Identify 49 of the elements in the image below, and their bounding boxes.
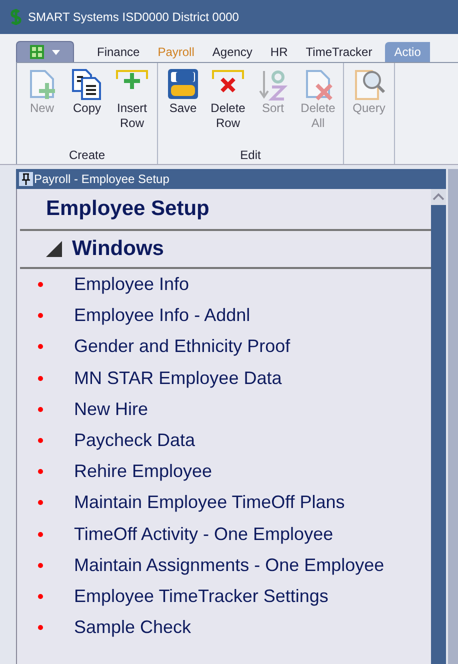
- group-label: Create: [68, 148, 106, 164]
- window-link[interactable]: New Hire: [74, 398, 148, 420]
- bullet-icon: [38, 406, 43, 412]
- window-link[interactable]: Rehire Employee: [74, 461, 212, 482]
- ribbon-tab[interactable]: HR: [261, 42, 297, 62]
- bullet-icon: [38, 532, 43, 537]
- window-link[interactable]: Sample Check: [74, 617, 192, 638]
- ribbon-button[interactable]: Save: [162, 67, 204, 148]
- triangle-icon: [46, 241, 62, 257]
- bullet-icon: [38, 282, 43, 288]
- ribbon-tab[interactable]: TimeTracker: [296, 42, 382, 62]
- window-link[interactable]: MN STAR Employee Data: [74, 368, 282, 389]
- bullet-icon: [38, 500, 43, 506]
- ribbon-tab[interactable]: Finance: [88, 42, 149, 62]
- window-link[interactable]: Paycheck Data: [74, 430, 196, 452]
- bullet-icon: [38, 562, 43, 568]
- bullet-icon: [38, 313, 43, 318]
- window-title: SMART Systems ISD0000 District 0000: [28, 10, 239, 24]
- ribbon-button[interactable]: Insert Row: [111, 67, 153, 148]
- ribbon-button[interactable]: Delete Row: [207, 67, 249, 148]
- group-label: Edit: [240, 148, 261, 164]
- bullet-icon: [38, 594, 43, 599]
- window-link[interactable]: TimeOff Activity - One Employee: [74, 524, 334, 545]
- bullet-icon: [38, 376, 43, 381]
- bullet-icon: [38, 469, 43, 474]
- window-link[interactable]: Employee Info: [74, 274, 190, 296]
- section-header[interactable]: Windows: [20, 231, 431, 269]
- scroll-up-icon[interactable]: [431, 189, 446, 205]
- window-link[interactable]: Employee Info - Addnl: [74, 305, 250, 326]
- caret-icon: [52, 50, 60, 54]
- bullet-icon: [38, 625, 43, 630]
- save-icon: [166, 67, 200, 101]
- bullet-icon: [38, 438, 43, 444]
- dollar-icon: [10, 9, 22, 25]
- ribbon-button[interactable]: Copy: [66, 67, 108, 148]
- bullet-icon: [38, 344, 43, 350]
- pin-icon[interactable]: [19, 172, 33, 186]
- scrollbar[interactable]: [431, 189, 446, 664]
- panel-title: Payroll - Employee Setup: [34, 172, 170, 186]
- grid-icon: [30, 45, 44, 59]
- window-link[interactable]: Maintain Assignments - One Employee: [74, 554, 384, 576]
- copy-icon: [70, 67, 104, 101]
- search-document-icon: [352, 67, 386, 101]
- app-menu-button[interactable]: [16, 41, 74, 62]
- window-link[interactable]: Gender and Ethnicity Proof: [74, 336, 290, 358]
- window-link[interactable]: Employee TimeTracker Settings: [74, 586, 328, 607]
- ribbon-tab[interactable]: Agency: [203, 42, 262, 62]
- window-link[interactable]: Maintain Employee TimeOff Plans: [74, 492, 345, 514]
- page-heading: Employee Setup: [20, 189, 431, 231]
